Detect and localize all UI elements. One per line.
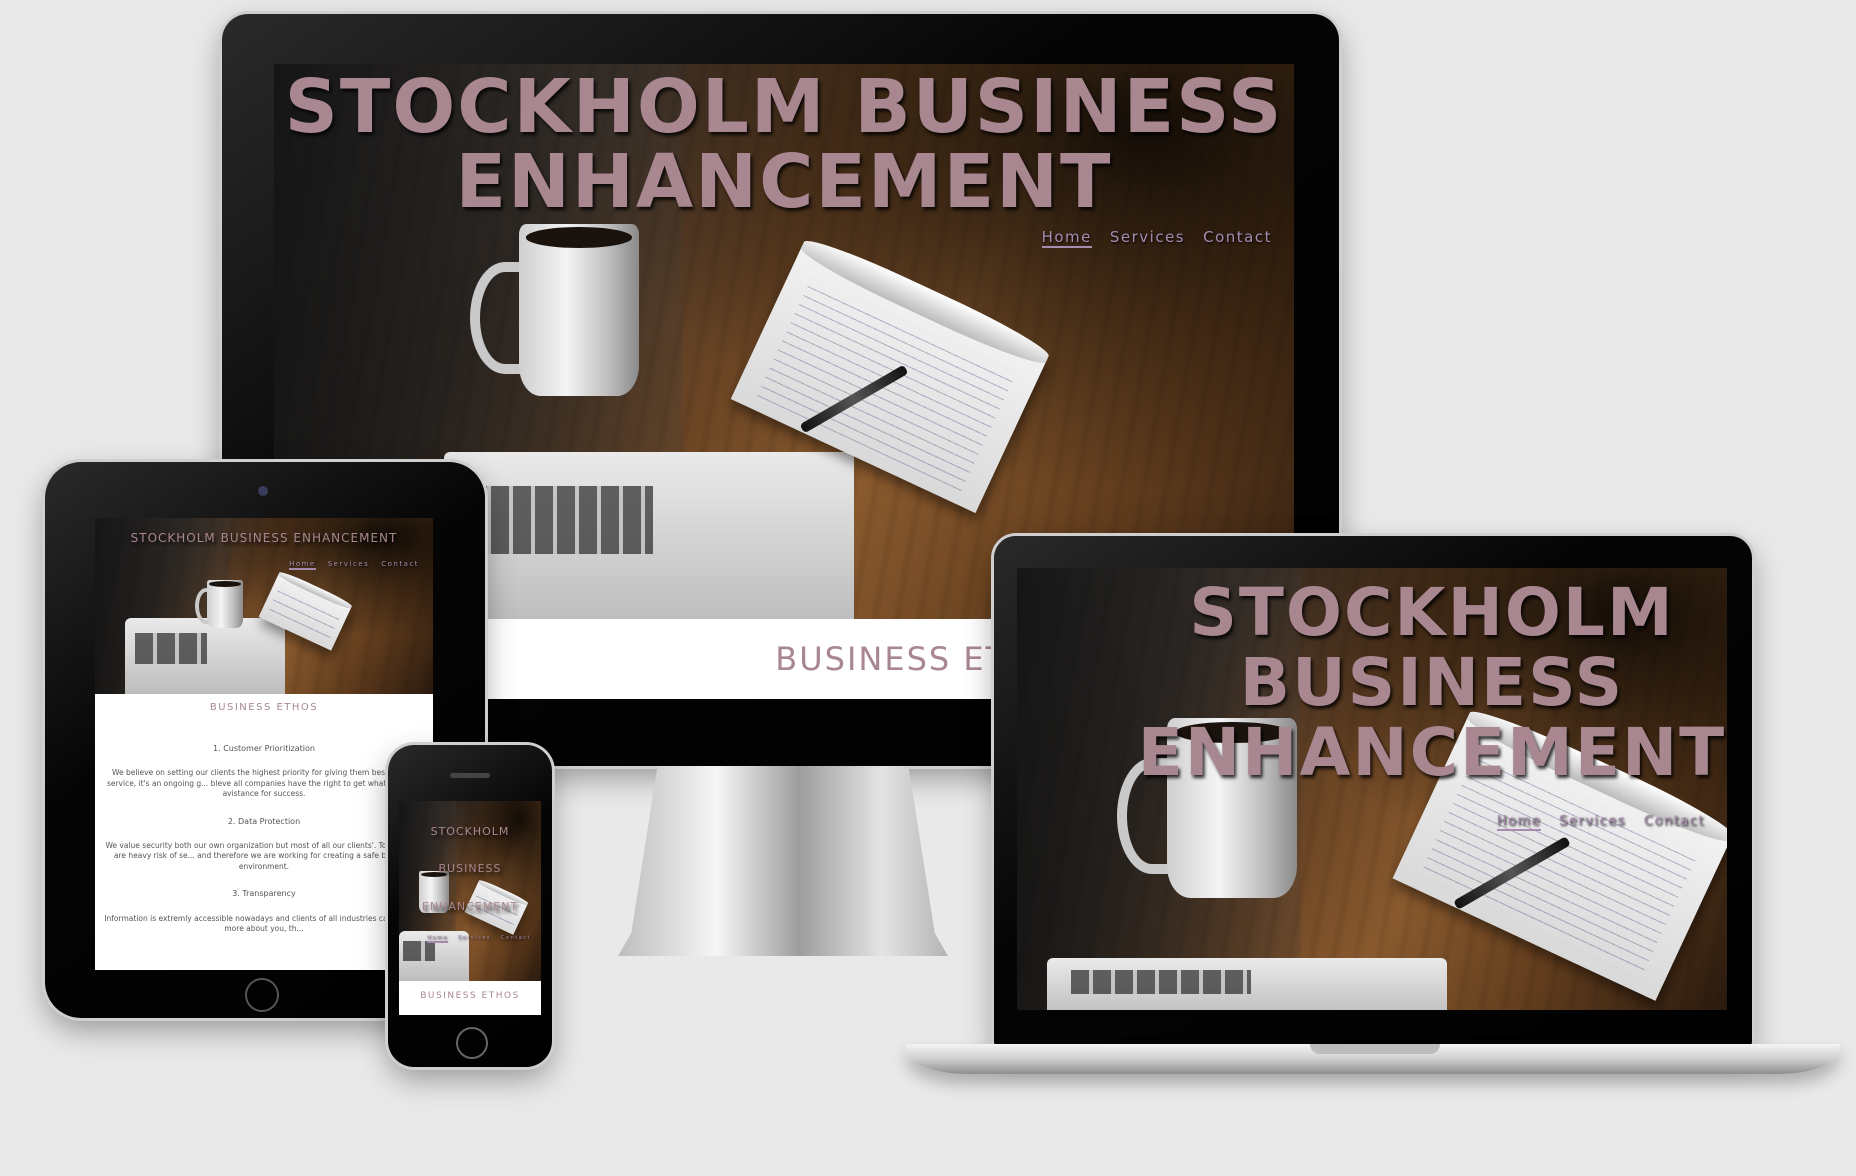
nav-services-link[interactable]: Services — [328, 560, 370, 570]
site-title: STOCKHOLM BUSINESS ENHANCEMENT — [130, 531, 398, 545]
ethos-item-heading: 1. Customer Prioritization — [213, 744, 315, 753]
speaker-icon — [450, 773, 490, 778]
ethos-item-body: We value security both our own organizat… — [105, 840, 423, 871]
nav-home-link[interactable]: Home — [1496, 814, 1542, 831]
nav-contact-link[interactable]: Contact — [1644, 814, 1705, 831]
monitor-stand — [618, 766, 948, 956]
nav-home-link[interactable]: Home — [427, 935, 448, 943]
phone-mockup: STOCKHOLM BUSINESS ENHANCEMENT Home Serv… — [388, 745, 552, 1067]
site-title: STOCKHOLM BUSINESS ENHANCEMENT — [1137, 574, 1727, 791]
main-nav: Home Services Contact — [289, 560, 419, 570]
ethos-item: 2. Data Protection We value security bot… — [95, 816, 433, 873]
home-button-icon — [245, 978, 279, 1012]
ethos-item-body: Information is extremly accessible nowad… — [104, 913, 424, 934]
ethos-item-heading: 2. Data Protection — [227, 816, 301, 826]
nav-home-link[interactable]: Home — [1041, 228, 1092, 248]
ethos-item-body: We believe on setting our clients the hi… — [106, 768, 422, 799]
laptop-screen: STOCKHOLM BUSINESS ENHANCEMENT Home Serv… — [1017, 568, 1727, 1010]
site-title: STOCKHOLM BUSINESS ENHANCEMENT — [421, 825, 519, 913]
nav-services-link[interactable]: Services — [1559, 814, 1626, 831]
ethos-item: 3. Transparency Information is extremly … — [95, 888, 433, 934]
nav-services-link[interactable]: Services — [1110, 228, 1185, 248]
camera-icon — [258, 486, 268, 496]
site-title: STOCKHOLM BUSINESS ENHANCEMENT — [284, 64, 1284, 226]
nav-services-link[interactable]: Services — [458, 935, 491, 943]
nav-contact-link[interactable]: Contact — [1203, 228, 1272, 248]
main-nav: Home Services Contact — [1496, 814, 1705, 831]
section-heading: BUSINESS ETHOS — [209, 702, 319, 713]
phone-screen: STOCKHOLM BUSINESS ENHANCEMENT Home Serv… — [399, 801, 541, 1015]
nav-contact-link[interactable]: Contact — [381, 560, 419, 570]
tablet-screen: STOCKHOLM BUSINESS ENHANCEMENT Home Serv… — [95, 518, 433, 970]
main-nav: Home Services Contact — [1041, 228, 1272, 248]
ethos-item-heading: 3. Transparency — [232, 889, 296, 899]
laptop-notch — [1310, 1044, 1440, 1054]
nav-home-link[interactable]: Home — [289, 560, 316, 570]
ethos-section: BUSINESS ETHOS 1. Customer Prioritizatio… — [95, 694, 433, 970]
home-button-icon — [456, 1027, 488, 1059]
laptop-mockup: STOCKHOLM BUSINESS ENHANCEMENT Home Serv… — [994, 536, 1752, 1046]
main-nav: Home Services Contact — [427, 935, 531, 943]
ethos-section: BUSINESS ETHOS — [399, 981, 541, 1015]
nav-contact-link[interactable]: Contact — [501, 935, 531, 943]
section-heading: BUSINESS ETHOS — [420, 991, 520, 1001]
ethos-item: 1. Customer Prioritization We believe on… — [95, 743, 433, 800]
